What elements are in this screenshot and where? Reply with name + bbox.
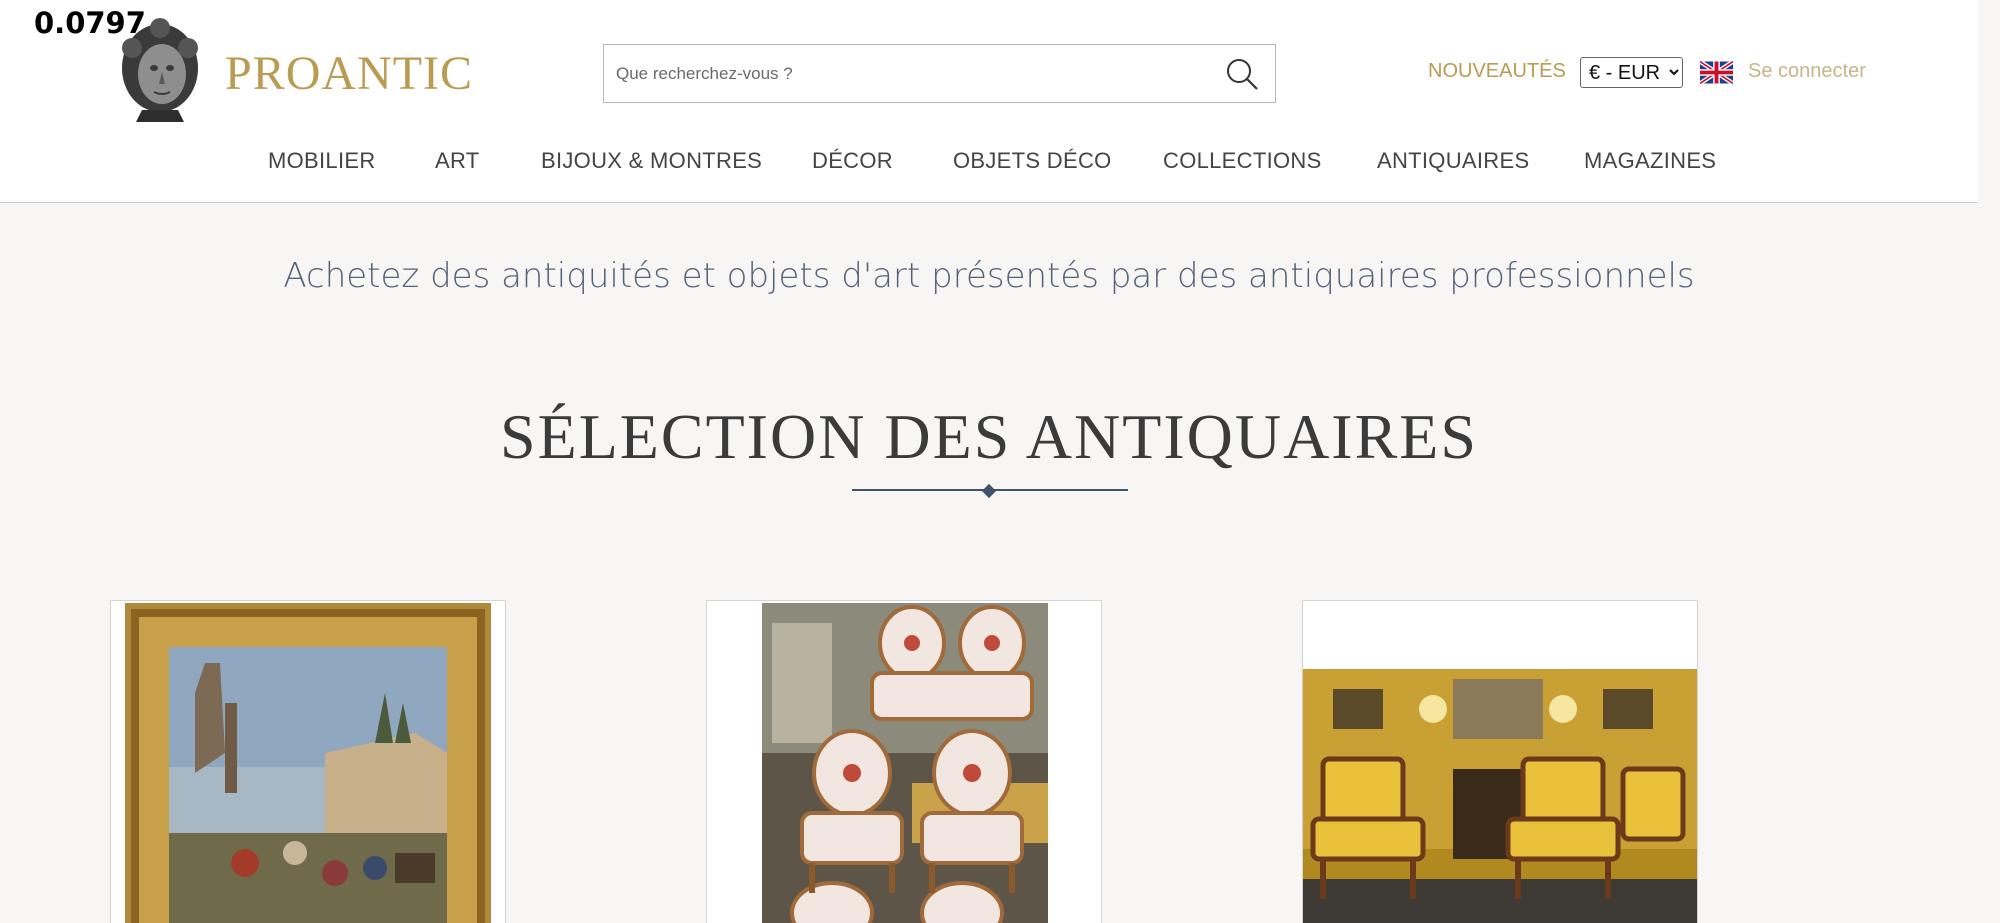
- search-box: [603, 44, 1276, 103]
- nav-item-art[interactable]: ART: [435, 148, 480, 174]
- nav-item-objets-deco[interactable]: OBJETS DÉCO: [953, 148, 1112, 174]
- main-nav: MOBILIER ART BIJOUX & MONTRES DÉCOR OBJE…: [0, 148, 1978, 180]
- nav-item-collections[interactable]: COLLECTIONS: [1163, 148, 1322, 174]
- product-card-armchairs[interactable]: [1302, 600, 1698, 923]
- title-divider-diamond: [981, 483, 997, 499]
- new-arrivals-link[interactable]: NOUVEAUTÉS: [1428, 60, 1566, 83]
- product-image-chairs[interactable]: [762, 603, 1048, 923]
- product-card-chairs[interactable]: [706, 600, 1102, 923]
- page-tagline: Achetez des antiquités et objets d'art p…: [283, 256, 1695, 296]
- site-header: PROANTIC NOUVEAUTÉS € - EUR Se connecter…: [0, 0, 1978, 203]
- product-card-painting[interactable]: [110, 600, 506, 923]
- score-overlay: 0.0797: [34, 6, 146, 40]
- nav-item-magazines[interactable]: MAGAZINES: [1584, 148, 1716, 174]
- search-input[interactable]: [616, 45, 1196, 102]
- search-icon[interactable]: [1225, 57, 1259, 91]
- product-image-armchairs[interactable]: [1303, 669, 1697, 923]
- uk-flag-icon[interactable]: [1700, 60, 1733, 85]
- nav-item-antiquaires[interactable]: ANTIQUAIRES: [1377, 148, 1529, 174]
- nav-item-decor[interactable]: DÉCOR: [812, 148, 893, 174]
- nav-item-mobilier[interactable]: MOBILIER: [268, 148, 376, 174]
- login-link[interactable]: Se connecter: [1748, 60, 1866, 83]
- product-image-painting[interactable]: [125, 603, 491, 923]
- nav-item-bijoux-montres[interactable]: BIJOUX & MONTRES: [541, 148, 762, 174]
- currency-select[interactable]: € - EUR: [1580, 57, 1683, 88]
- section-title: SÉLECTION DES ANTIQUAIRES: [500, 401, 1478, 472]
- brand-name[interactable]: PROANTIC: [225, 46, 473, 101]
